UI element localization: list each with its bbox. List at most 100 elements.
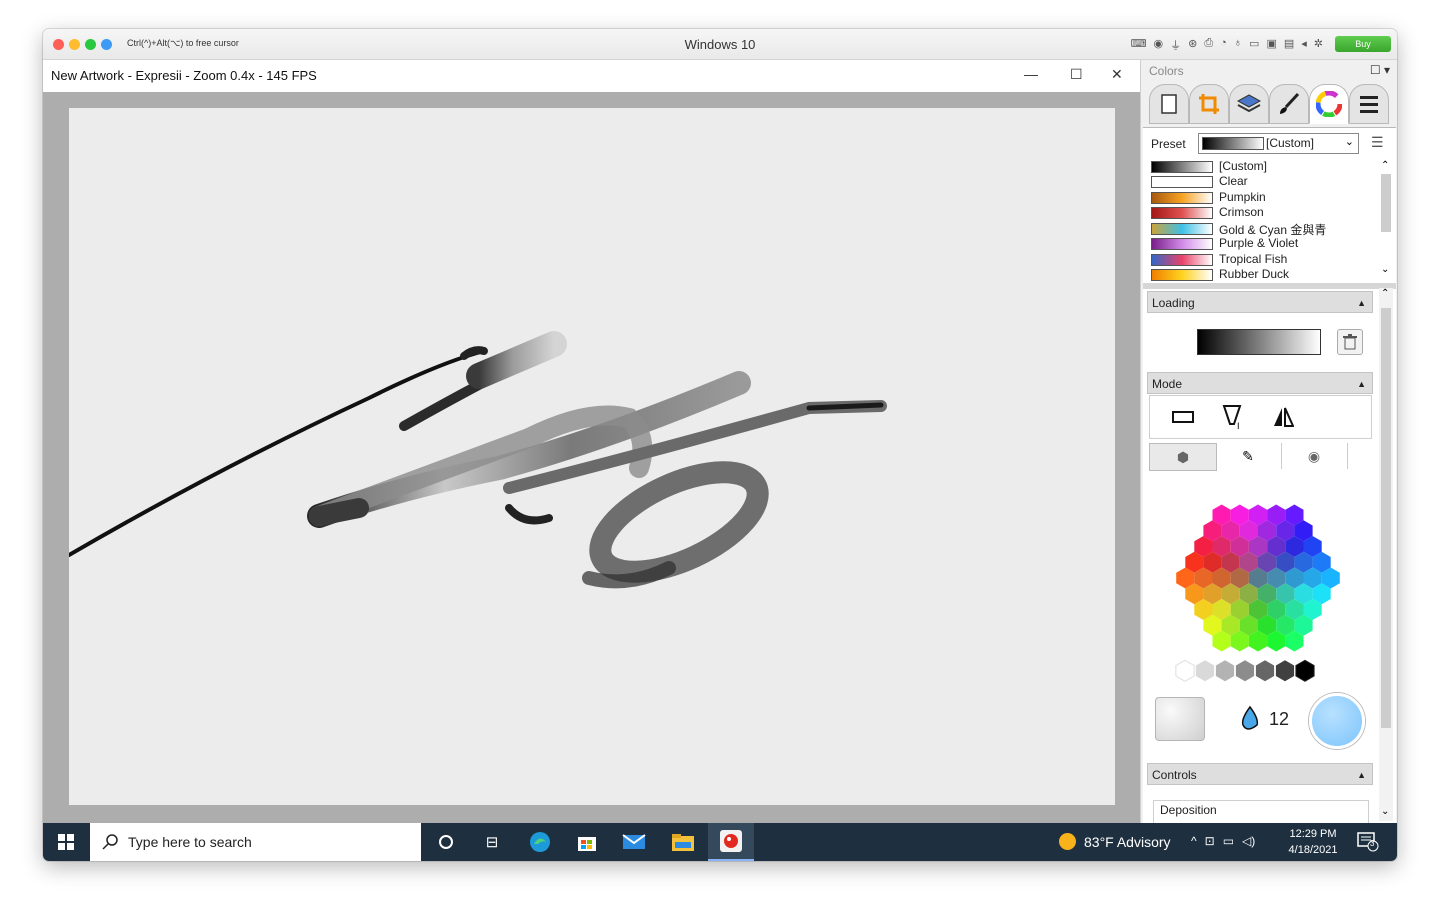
hex-color-palette[interactable] xyxy=(1163,483,1353,683)
mode-section-header[interactable]: Mode ▲ xyxy=(1147,372,1373,394)
cortana-button[interactable] xyxy=(423,823,469,861)
controls-section-header[interactable]: Controls ▲ xyxy=(1147,763,1373,785)
tab-menu[interactable] xyxy=(1349,84,1389,124)
notifications-button[interactable]: 3 xyxy=(1357,832,1379,852)
chevron-up-icon[interactable]: ⌃ xyxy=(1381,288,1389,299)
color-hex-cell[interactable] xyxy=(1235,660,1255,682)
chevron-down-icon[interactable]: ▾ xyxy=(1384,63,1390,77)
close-button[interactable]: ✕ xyxy=(1111,66,1123,83)
usb-tray-icon[interactable]: ⊡ xyxy=(1205,834,1215,848)
preset-dropdown[interactable]: [Custom] ⌄ xyxy=(1198,133,1359,154)
maximize-button[interactable]: ☐ xyxy=(1070,66,1083,83)
network-icon[interactable]: ⊛ xyxy=(1188,37,1197,53)
gear-icon[interactable]: ✲ xyxy=(1314,37,1323,53)
folder-icon[interactable]: ▤ xyxy=(1284,37,1294,53)
preset-item[interactable]: Pumpkin xyxy=(1148,190,1376,205)
preset-item[interactable]: Gold & Cyan 金與青 xyxy=(1148,221,1376,237)
collapse-icon: ▲ xyxy=(1357,298,1366,308)
scroll-thumb[interactable] xyxy=(1381,308,1391,728)
eyedropper-icon: ✎ xyxy=(1242,447,1254,464)
list-view-icon[interactable]: ☰ xyxy=(1371,134,1384,151)
color-hex-cell[interactable] xyxy=(1175,659,1195,682)
mirror-mode-icon[interactable] xyxy=(1272,406,1294,428)
app-titlebar: New Artwork - Expresii - Zoom 0.4x - 145… xyxy=(43,60,1140,92)
keyboard-icon[interactable]: ⌨ xyxy=(1131,37,1147,53)
panel-title: Colors xyxy=(1149,64,1184,78)
water-drop-icon[interactable] xyxy=(1239,705,1261,733)
deposition-label: Deposition xyxy=(1160,803,1217,817)
current-color-swatch[interactable] xyxy=(1309,693,1365,749)
tab-layers[interactable] xyxy=(1229,84,1269,124)
vm-window: Ctrl(^)+Alt(⌥) to free cursor Windows 10… xyxy=(43,29,1397,861)
preset-item-label: Clear xyxy=(1219,174,1248,188)
ink-cup-mode-icon[interactable]: I xyxy=(1222,404,1244,430)
store-taskbar-button[interactable] xyxy=(564,823,610,861)
canvas-paper[interactable] xyxy=(69,108,1115,805)
edge-icon xyxy=(530,832,550,852)
mail-taskbar-button[interactable] xyxy=(611,823,657,861)
colors-panel-body: Preset [Custom] ⌄ ☰ [Custom] Clear Pumpk… xyxy=(1143,127,1396,831)
weather-widget[interactable]: 83°F Advisory xyxy=(1059,833,1171,850)
tab-paper[interactable] xyxy=(1149,84,1189,124)
windows-taskbar: Type here to search ⊟ 83°F Advisory ^ ⊡ … xyxy=(43,823,1397,861)
preset-item[interactable]: Rubber Duck xyxy=(1148,267,1376,282)
loading-label: Loading xyxy=(1152,296,1195,310)
minimize-button[interactable]: — xyxy=(1024,66,1038,82)
tab-color-wheel[interactable]: ◉ xyxy=(1281,443,1348,469)
chevron-down-icon: ⌄ xyxy=(1344,136,1354,148)
camera-icon[interactable]: ▣ xyxy=(1266,37,1276,53)
buy-button[interactable]: Buy xyxy=(1335,36,1391,52)
loading-section-header[interactable]: Loading ▲ xyxy=(1147,291,1373,313)
expresii-taskbar-button[interactable] xyxy=(708,823,754,861)
device-icon[interactable]: ▭ xyxy=(1249,37,1259,53)
chevron-down-icon[interactable]: ⌄ xyxy=(1381,264,1389,275)
task-view-button[interactable]: ⊟ xyxy=(469,823,515,861)
preset-list-scrollbar[interactable]: ⌃ ⌄ xyxy=(1379,160,1393,280)
color-hex-cell[interactable] xyxy=(1255,660,1275,682)
usb-icon[interactable]: ⏚ xyxy=(1170,37,1181,53)
preset-item[interactable]: Purple & Violet xyxy=(1148,236,1376,251)
start-button[interactable] xyxy=(43,823,89,861)
panel-scrollbar[interactable]: ⌃ ⌄ xyxy=(1379,288,1393,821)
trash-button[interactable] xyxy=(1337,329,1363,355)
canvas-area[interactable] xyxy=(43,92,1140,823)
water-amount[interactable]: 12 xyxy=(1269,709,1289,730)
printer-icon[interactable]: ⎙ xyxy=(1204,37,1213,53)
scroll-thumb[interactable] xyxy=(1381,174,1391,232)
crop-icon xyxy=(1199,94,1219,114)
preset-item[interactable]: Crimson xyxy=(1148,205,1376,220)
paper-texture-swatch[interactable] xyxy=(1155,697,1205,741)
explorer-taskbar-button[interactable] xyxy=(660,823,706,861)
tab-brush[interactable] xyxy=(1269,84,1309,124)
volume-icon[interactable]: ◁) xyxy=(1242,834,1255,848)
speaker-icon[interactable]: ◔ xyxy=(1220,37,1227,53)
weather-text: 83°F Advisory xyxy=(1084,833,1171,850)
controls-label: Controls xyxy=(1152,768,1197,782)
tab-colors[interactable] xyxy=(1309,84,1349,124)
rectangle-mode-icon[interactable] xyxy=(1172,411,1194,423)
loading-gradient[interactable] xyxy=(1197,329,1321,355)
disk-icon[interactable]: ◉ xyxy=(1153,37,1163,53)
panel-splitter[interactable] xyxy=(1143,283,1396,289)
network-tray-icon[interactable]: ▭ xyxy=(1223,834,1234,848)
chevron-up-icon[interactable]: ⌃ xyxy=(1381,160,1389,171)
color-hex-cell[interactable] xyxy=(1215,660,1235,682)
edge-taskbar-button[interactable] xyxy=(517,823,563,861)
undock-icon[interactable]: ☐ xyxy=(1370,63,1381,77)
tab-hex-palette[interactable]: ⬢ xyxy=(1149,443,1217,471)
color-hex-cell[interactable] xyxy=(1275,660,1295,682)
preset-item[interactable]: [Custom] xyxy=(1148,159,1376,174)
tab-eyedropper[interactable]: ✎ xyxy=(1215,443,1282,469)
microphone-icon[interactable]: ♁ xyxy=(1234,37,1242,53)
tab-crop[interactable] xyxy=(1189,84,1229,124)
chevron-left-icon[interactable]: ◂ xyxy=(1301,37,1307,53)
taskbar-search[interactable]: Type here to search xyxy=(90,823,421,861)
taskbar-clock[interactable]: 12:29 PM 4/18/2021 xyxy=(1277,826,1349,858)
color-hex-cell[interactable] xyxy=(1295,659,1315,682)
preset-item[interactable]: Tropical Fish xyxy=(1148,252,1376,267)
preset-item[interactable]: Clear xyxy=(1148,174,1376,189)
color-hex-cell[interactable] xyxy=(1195,660,1215,682)
target-icon: ◉ xyxy=(1307,447,1321,464)
chevron-down-icon[interactable]: ⌄ xyxy=(1381,806,1389,817)
chevron-up-icon[interactable]: ^ xyxy=(1191,834,1197,848)
